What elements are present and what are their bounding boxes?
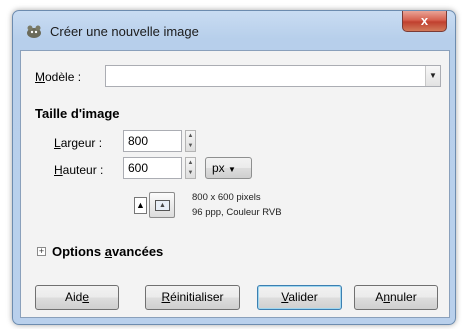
dialog-title: Créer une nouvelle image xyxy=(50,24,199,39)
help-button[interactable]: Aide xyxy=(35,285,119,310)
cancel-button[interactable]: Annuler xyxy=(354,285,438,310)
width-label: Largeur : xyxy=(54,136,103,150)
image-size-title: Taille d'image xyxy=(35,106,120,121)
landscape-icon: ▲ xyxy=(155,200,170,211)
expand-icon[interactable]: + xyxy=(37,247,46,256)
template-label: Modèle : xyxy=(35,70,82,84)
advanced-options-toggle[interactable]: Options avancées xyxy=(52,244,163,259)
width-spinner[interactable]: ▲ ▼ xyxy=(185,130,196,152)
image-resolution-info: 96 ppp, Couleur RVB xyxy=(192,207,282,218)
portrait-icon[interactable]: ▲ xyxy=(134,197,147,214)
unit-select[interactable]: px ▼ xyxy=(205,157,252,179)
unit-value: px xyxy=(212,161,225,175)
dropdown-arrow-icon: ▼ xyxy=(228,165,236,174)
width-input[interactable]: 800 xyxy=(123,130,182,152)
title-bar: Créer une nouvelle image x xyxy=(13,11,455,49)
landscape-button[interactable]: ▲ xyxy=(149,192,175,218)
height-label: Hauteur : xyxy=(54,163,104,177)
gimp-icon xyxy=(27,25,41,38)
template-select[interactable]: ▼ xyxy=(105,65,441,87)
height-spinner[interactable]: ▲ ▼ xyxy=(185,157,196,179)
dialog-body: Modèle : ▼ Taille d'image Largeur : 800 … xyxy=(20,50,450,318)
reset-button[interactable]: Réinitialiser xyxy=(145,285,240,310)
new-image-dialog: Créer une nouvelle image x Modèle : ▼ Ta… xyxy=(12,10,456,325)
chevron-down-icon[interactable]: ▼ xyxy=(425,66,440,86)
height-input[interactable]: 600 xyxy=(123,157,182,179)
ok-button[interactable]: Valider xyxy=(257,285,342,310)
close-button[interactable]: x xyxy=(402,11,447,32)
image-dimensions-info: 800 x 600 pixels xyxy=(192,192,261,203)
